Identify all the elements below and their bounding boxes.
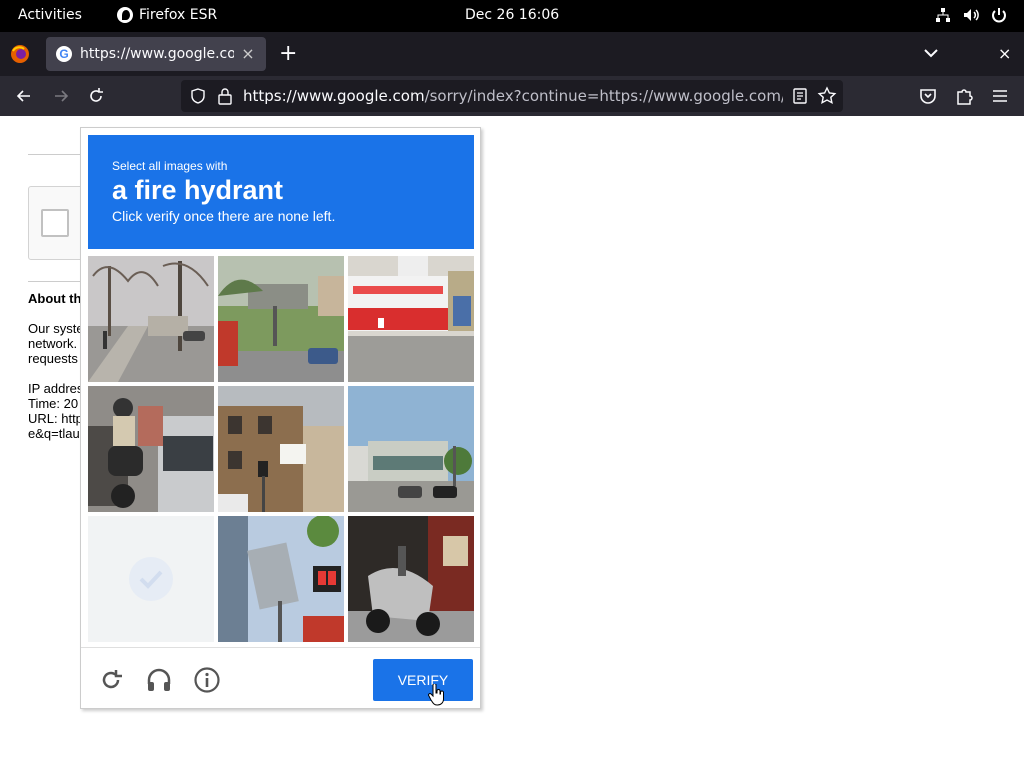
image-tile[interactable] (348, 256, 474, 382)
verify-button[interactable]: VERIFY (373, 659, 473, 701)
image-tile[interactable] (218, 256, 344, 382)
recaptcha-checkbox[interactable] (41, 209, 69, 237)
about-heading: About th (28, 291, 82, 306)
google-favicon-icon: G (56, 46, 72, 62)
reload-icon[interactable] (86, 86, 106, 106)
recaptcha-checkbox-widget[interactable] (28, 186, 88, 260)
lock-icon[interactable] (217, 87, 233, 105)
tab-google-sorry[interactable]: G https://www.google.com/ × (46, 37, 266, 71)
reader-view-icon[interactable] (791, 87, 809, 105)
instruction-subline: Click verify once there are none left. (112, 208, 336, 224)
navigation-bar: https://www.google.com/sorry/index?conti… (0, 76, 1024, 116)
recaptcha-challenge: Select all images with a fire hydrant Cl… (80, 127, 481, 709)
tracking-protection-shield-icon[interactable] (189, 87, 207, 105)
motorcycle-car-image (88, 386, 214, 512)
image-tile[interactable] (88, 256, 214, 382)
office-building-image (348, 386, 474, 512)
image-grid (88, 256, 474, 642)
app-menu[interactable]: Firefox ESR (117, 7, 217, 23)
tab-strip: G https://www.google.com/ × + × (0, 32, 1024, 76)
brick-building-signal-image (218, 386, 344, 512)
divider (28, 154, 88, 155)
forward-arrow-icon[interactable] (51, 86, 71, 106)
challenge-target: a fire hydrant (112, 175, 284, 205)
pedestrian-signal-image (218, 516, 344, 642)
firefox-view-icon[interactable] (10, 44, 30, 64)
network-icon (936, 8, 950, 22)
image-tile[interactable] (88, 516, 214, 642)
mouse-pointer-hand-icon (428, 684, 444, 706)
close-window-button[interactable]: × (998, 44, 1011, 63)
request-info: IP addres Time: 20 URL: http e&q=tlau (28, 381, 84, 441)
image-tile[interactable] (88, 386, 214, 512)
power-icon (992, 8, 1006, 23)
url-domain: https://www.google.com (243, 87, 425, 105)
bookmark-star-icon[interactable] (817, 86, 837, 106)
street-trees-image (88, 256, 214, 382)
clock[interactable]: Dec 26 16:06 (465, 7, 559, 23)
app-name: Firefox ESR (139, 7, 218, 23)
audio-challenge-headphones-icon[interactable] (145, 666, 173, 694)
reload-challenge-icon[interactable] (97, 666, 125, 694)
back-arrow-icon[interactable] (14, 86, 34, 106)
red-white-building-image (348, 256, 474, 382)
volume-icon (964, 9, 979, 21)
help-info-icon[interactable] (193, 666, 221, 694)
faded-blank-image (88, 516, 214, 642)
new-tab-button[interactable]: + (279, 43, 297, 65)
url-text: https://www.google.com/sorry/index?conti… (243, 87, 783, 105)
tab-close-icon[interactable]: × (240, 46, 256, 62)
about-paragraph: Our syste network. requests (28, 321, 84, 366)
url-path: /sorry/index?continue=https://www.google… (424, 87, 783, 105)
image-tile[interactable] (218, 516, 344, 642)
system-top-bar: Activities Firefox ESR Dec 26 16:06 (0, 0, 1024, 32)
image-tile[interactable] (348, 386, 474, 512)
challenge-header: Select all images with a fire hydrant Cl… (88, 135, 474, 249)
challenge-footer: VERIFY (81, 647, 480, 709)
address-bar[interactable]: https://www.google.com/sorry/index?conti… (181, 80, 843, 112)
billboard-road-image (218, 256, 344, 382)
image-tile[interactable] (348, 516, 474, 642)
instruction-line: Select all images with (112, 159, 228, 173)
hamburger-menu-icon[interactable] (990, 86, 1010, 106)
system-tray[interactable] (934, 6, 1008, 24)
firefox-icon (117, 7, 133, 23)
image-tile[interactable] (218, 386, 344, 512)
list-all-tabs-chevron-down-icon[interactable] (922, 46, 940, 60)
extensions-puzzle-icon[interactable] (954, 86, 974, 106)
activities-button[interactable]: Activities (18, 7, 82, 23)
pocket-icon[interactable] (918, 86, 938, 106)
tab-title: https://www.google.com/ (80, 46, 234, 62)
divider (28, 281, 88, 282)
parked-scooter-image (348, 516, 474, 642)
